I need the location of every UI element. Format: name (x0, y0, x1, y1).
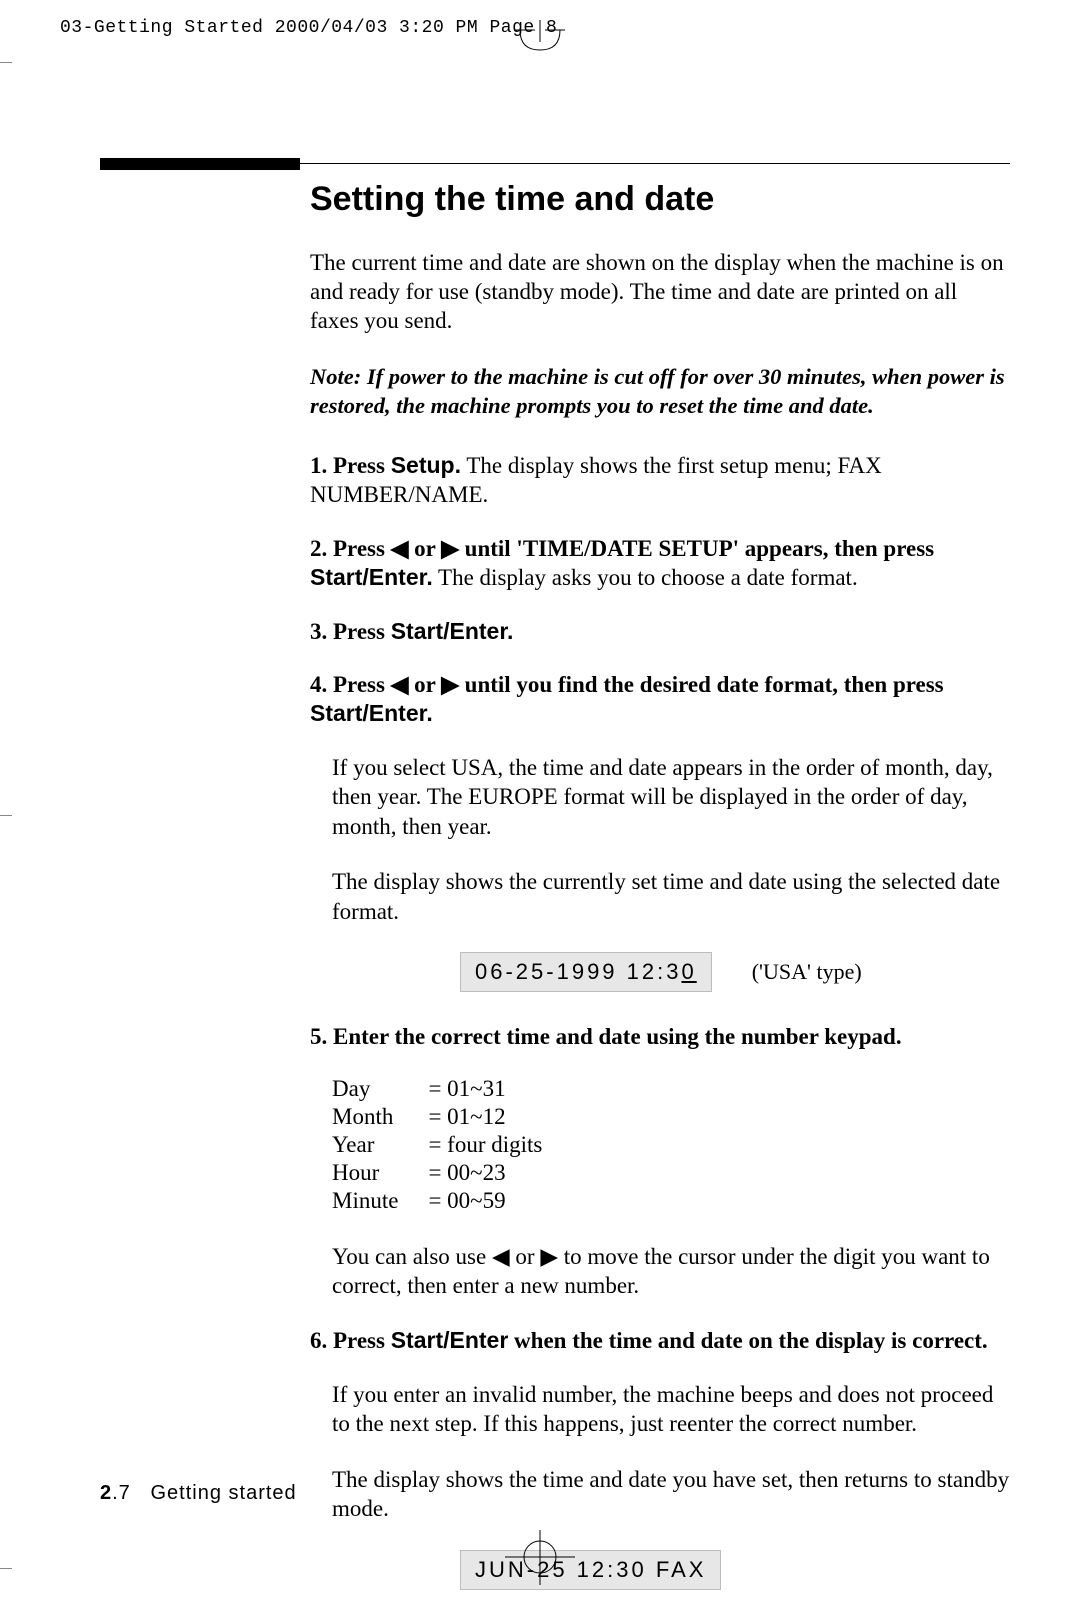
note-paragraph: Note: If power to the machine is cut off… (310, 363, 1010, 421)
step-6: 6. Press Start/Enter when the time and d… (310, 1326, 1010, 1355)
value-ranges-table: Day= 01~31 Month= 01~12 Year= four digit… (332, 1076, 572, 1216)
invalid-note: If you enter an invalid number, the mach… (332, 1380, 1010, 1439)
step-5: 5. Enter the correct time and date using… (310, 1022, 1010, 1051)
format-explain: If you select USA, the time and date app… (332, 753, 1010, 841)
step-3: 3. Press Start/Enter. (310, 617, 1010, 646)
intro-paragraph: The current time and date are shown on t… (310, 249, 1010, 335)
step-4: 4. Press ◀ or ▶ until you find the desir… (310, 670, 1010, 729)
lcd-display-1: 06-25-1999 12:30 ('USA' type) (310, 952, 1010, 992)
page-title: Setting the time and date (310, 180, 1010, 219)
cursor-move-note: You can also use ◀ or ▶ to move the curs… (332, 1242, 1010, 1301)
step-2: 2. Press ◀ or ▶ until 'TIME/DATE SETUP' … (310, 534, 1010, 593)
page-footer: 2.7 Getting started (100, 1482, 297, 1505)
display-shows: The display shows the currently set time… (332, 867, 1010, 926)
return-note: The display shows the time and date you … (332, 1465, 1010, 1524)
step-1: 1. Press Setup. The display shows the fi… (310, 451, 1010, 510)
header-rule (100, 152, 1010, 170)
print-slug: 03-Getting Started 2000/04/03 3:20 PM Pa… (60, 18, 557, 38)
crop-mark-top (515, 20, 565, 55)
crop-mark-bottom (505, 1530, 575, 1585)
lcd1-annotation: ('USA' type) (752, 959, 862, 985)
lcd-display-2: JUN-25 12:30 FAX (310, 1550, 1010, 1590)
